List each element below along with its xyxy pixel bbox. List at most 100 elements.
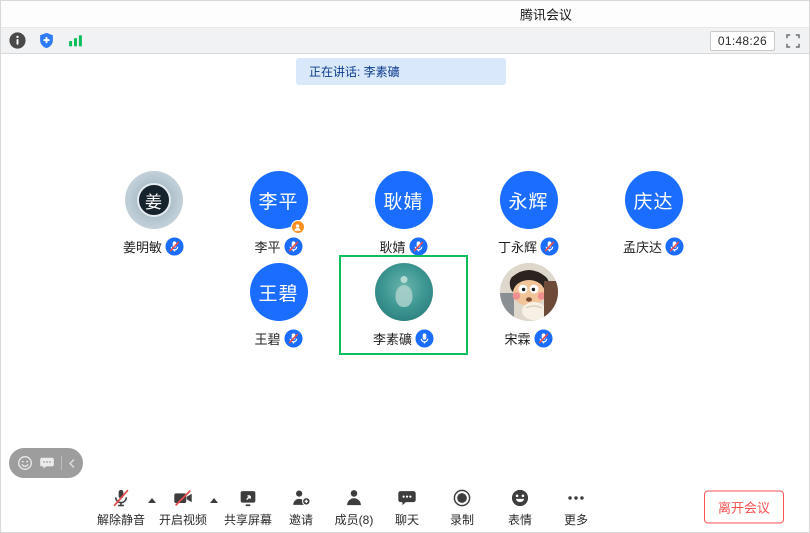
toolbar-label: 表情 bbox=[508, 511, 532, 528]
toolbar-items: 解除静音 开启视频 共享屏幕 邀请 bbox=[96, 482, 604, 532]
avatar-character: 姜 bbox=[137, 183, 171, 217]
share-screen-icon bbox=[237, 486, 259, 510]
toolbar-label: 共享屏幕 bbox=[224, 511, 272, 528]
title-bar: 腾讯会议 bbox=[1, 1, 809, 27]
bottom-toolbar: 解除静音 开启视频 共享屏幕 邀请 bbox=[1, 482, 809, 532]
meeting-window: 腾讯会议 01:48:26 正在讲话: 李素礦 姜 bbox=[0, 0, 810, 533]
meeting-timer: 01:48:26 bbox=[710, 31, 775, 51]
mic-options-caret[interactable] bbox=[146, 498, 158, 517]
avatar: 姜 bbox=[125, 171, 183, 229]
participant-tile-lisukuang-speaking[interactable]: 李素礦 bbox=[341, 257, 466, 353]
participant-tile-gengjing[interactable]: 耿婧 耿婧 bbox=[341, 165, 466, 261]
more-button[interactable]: 更多 bbox=[548, 486, 604, 528]
mic-on-icon bbox=[415, 329, 434, 348]
mic-muted-icon bbox=[665, 237, 684, 256]
participant-tile-wangbi[interactable]: 王碧 王碧 bbox=[216, 257, 341, 353]
name-row: 李平 bbox=[254, 236, 302, 256]
toolbar-label: 更多 bbox=[564, 511, 588, 528]
participant-tile-jiangmingmin[interactable]: 姜 姜明敏 bbox=[91, 165, 216, 261]
toolbar-label: 录制 bbox=[450, 511, 474, 528]
mic-muted-icon bbox=[165, 237, 184, 256]
name-row: 耿婧 bbox=[379, 236, 427, 256]
toolbar-label: 开启视频 bbox=[159, 511, 207, 528]
avatar-photo bbox=[500, 263, 558, 321]
avatar-initials: 王碧 bbox=[258, 279, 298, 306]
window-title: 腾讯会议 bbox=[520, 5, 572, 24]
record-button[interactable]: 录制 bbox=[432, 486, 492, 528]
shield-icon[interactable] bbox=[38, 32, 55, 49]
mic-muted-icon bbox=[540, 237, 559, 256]
start-video-button[interactable]: 开启视频 bbox=[158, 486, 208, 528]
members-icon bbox=[343, 486, 365, 510]
avatar: 庆达 bbox=[625, 171, 683, 229]
name-row: 孟庆达 bbox=[623, 236, 684, 256]
avatar: 永辉 bbox=[500, 171, 558, 229]
participant-name: 王碧 bbox=[254, 329, 280, 348]
record-icon bbox=[451, 486, 473, 510]
chat-bubble-icon[interactable] bbox=[39, 455, 55, 471]
avatar-initials: 永辉 bbox=[508, 187, 548, 214]
invite-icon bbox=[290, 486, 312, 510]
status-bar: 01:48:26 bbox=[1, 27, 809, 54]
avatar-photo bbox=[375, 263, 433, 321]
emoji-icon bbox=[509, 486, 531, 510]
avatar-initials: 庆达 bbox=[633, 187, 673, 214]
invite-button[interactable]: 邀请 bbox=[276, 486, 326, 528]
avatar-photo-detail bbox=[395, 285, 412, 307]
emoji-button[interactable]: 表情 bbox=[492, 486, 548, 528]
unmute-button[interactable]: 解除静音 bbox=[96, 486, 146, 528]
avatar-initials: 耿婧 bbox=[383, 187, 423, 214]
video-options-caret[interactable] bbox=[208, 498, 220, 517]
participant-name: 孟庆达 bbox=[623, 237, 662, 256]
smiley-icon[interactable] bbox=[17, 455, 33, 471]
participant-tile-dingyonghui[interactable]: 永辉 丁永辉 bbox=[466, 165, 591, 261]
reaction-pill bbox=[9, 448, 83, 478]
mic-muted-icon bbox=[284, 329, 303, 348]
participant-tile-mengqingda[interactable]: 庆达 孟庆达 bbox=[591, 165, 716, 261]
name-row: 宋霖 bbox=[504, 328, 552, 348]
info-icon[interactable] bbox=[9, 32, 26, 49]
mic-muted-icon bbox=[284, 237, 303, 256]
fullscreen-icon[interactable] bbox=[785, 33, 801, 49]
participant-name: 姜明敏 bbox=[123, 237, 162, 256]
name-row: 王碧 bbox=[254, 328, 302, 348]
mic-muted-icon bbox=[409, 237, 428, 256]
avatar: 耿婧 bbox=[375, 171, 433, 229]
share-screen-button[interactable]: 共享屏幕 bbox=[220, 486, 276, 528]
participant-name: 李平 bbox=[254, 237, 280, 256]
chat-button[interactable]: 聊天 bbox=[382, 486, 432, 528]
name-row: 姜明敏 bbox=[123, 236, 184, 256]
cartoon-avatar-image bbox=[500, 263, 558, 321]
participant-name: 李素礦 bbox=[373, 329, 412, 348]
name-row: 丁永辉 bbox=[498, 236, 559, 256]
more-icon bbox=[565, 486, 587, 510]
speaking-banner: 正在讲话: 李素礦 bbox=[296, 58, 506, 85]
signal-icon[interactable] bbox=[67, 32, 84, 49]
toolbar-label: 聊天 bbox=[395, 511, 419, 528]
pill-divider bbox=[61, 456, 62, 470]
speaking-banner-text: 正在讲话: 李素礦 bbox=[309, 63, 400, 80]
camera-off-icon bbox=[172, 486, 194, 510]
participant-name: 宋霖 bbox=[504, 329, 530, 348]
status-icons bbox=[9, 32, 84, 49]
avatar-photo-detail bbox=[400, 276, 407, 283]
avatar: 王碧 bbox=[250, 263, 308, 321]
avatar: 李平 bbox=[250, 171, 308, 229]
participant-tile-liping[interactable]: 李平 李平 bbox=[216, 165, 341, 261]
name-row: 李素礦 bbox=[373, 328, 434, 348]
participant-tile-songlin[interactable]: 宋霖 bbox=[466, 257, 591, 353]
participant-row-1: 姜 姜明敏 李平 李平 bbox=[91, 165, 716, 261]
participant-name: 丁永辉 bbox=[498, 237, 537, 256]
toolbar-label: 成员(8) bbox=[335, 511, 374, 528]
host-badge-icon bbox=[291, 220, 305, 234]
members-button[interactable]: 成员(8) bbox=[326, 486, 382, 528]
leave-meeting-button[interactable]: 离开会议 bbox=[704, 491, 784, 524]
participant-name: 耿婧 bbox=[379, 237, 405, 256]
mic-muted-icon bbox=[110, 486, 132, 510]
toolbar-label: 解除静音 bbox=[97, 511, 145, 528]
chat-icon bbox=[396, 486, 418, 510]
avatar-initials: 李平 bbox=[258, 187, 298, 214]
chevron-left-icon[interactable] bbox=[68, 458, 76, 469]
mic-muted-icon bbox=[534, 329, 553, 348]
participant-row-2: 王碧 王碧 李素礦 bbox=[216, 257, 591, 353]
